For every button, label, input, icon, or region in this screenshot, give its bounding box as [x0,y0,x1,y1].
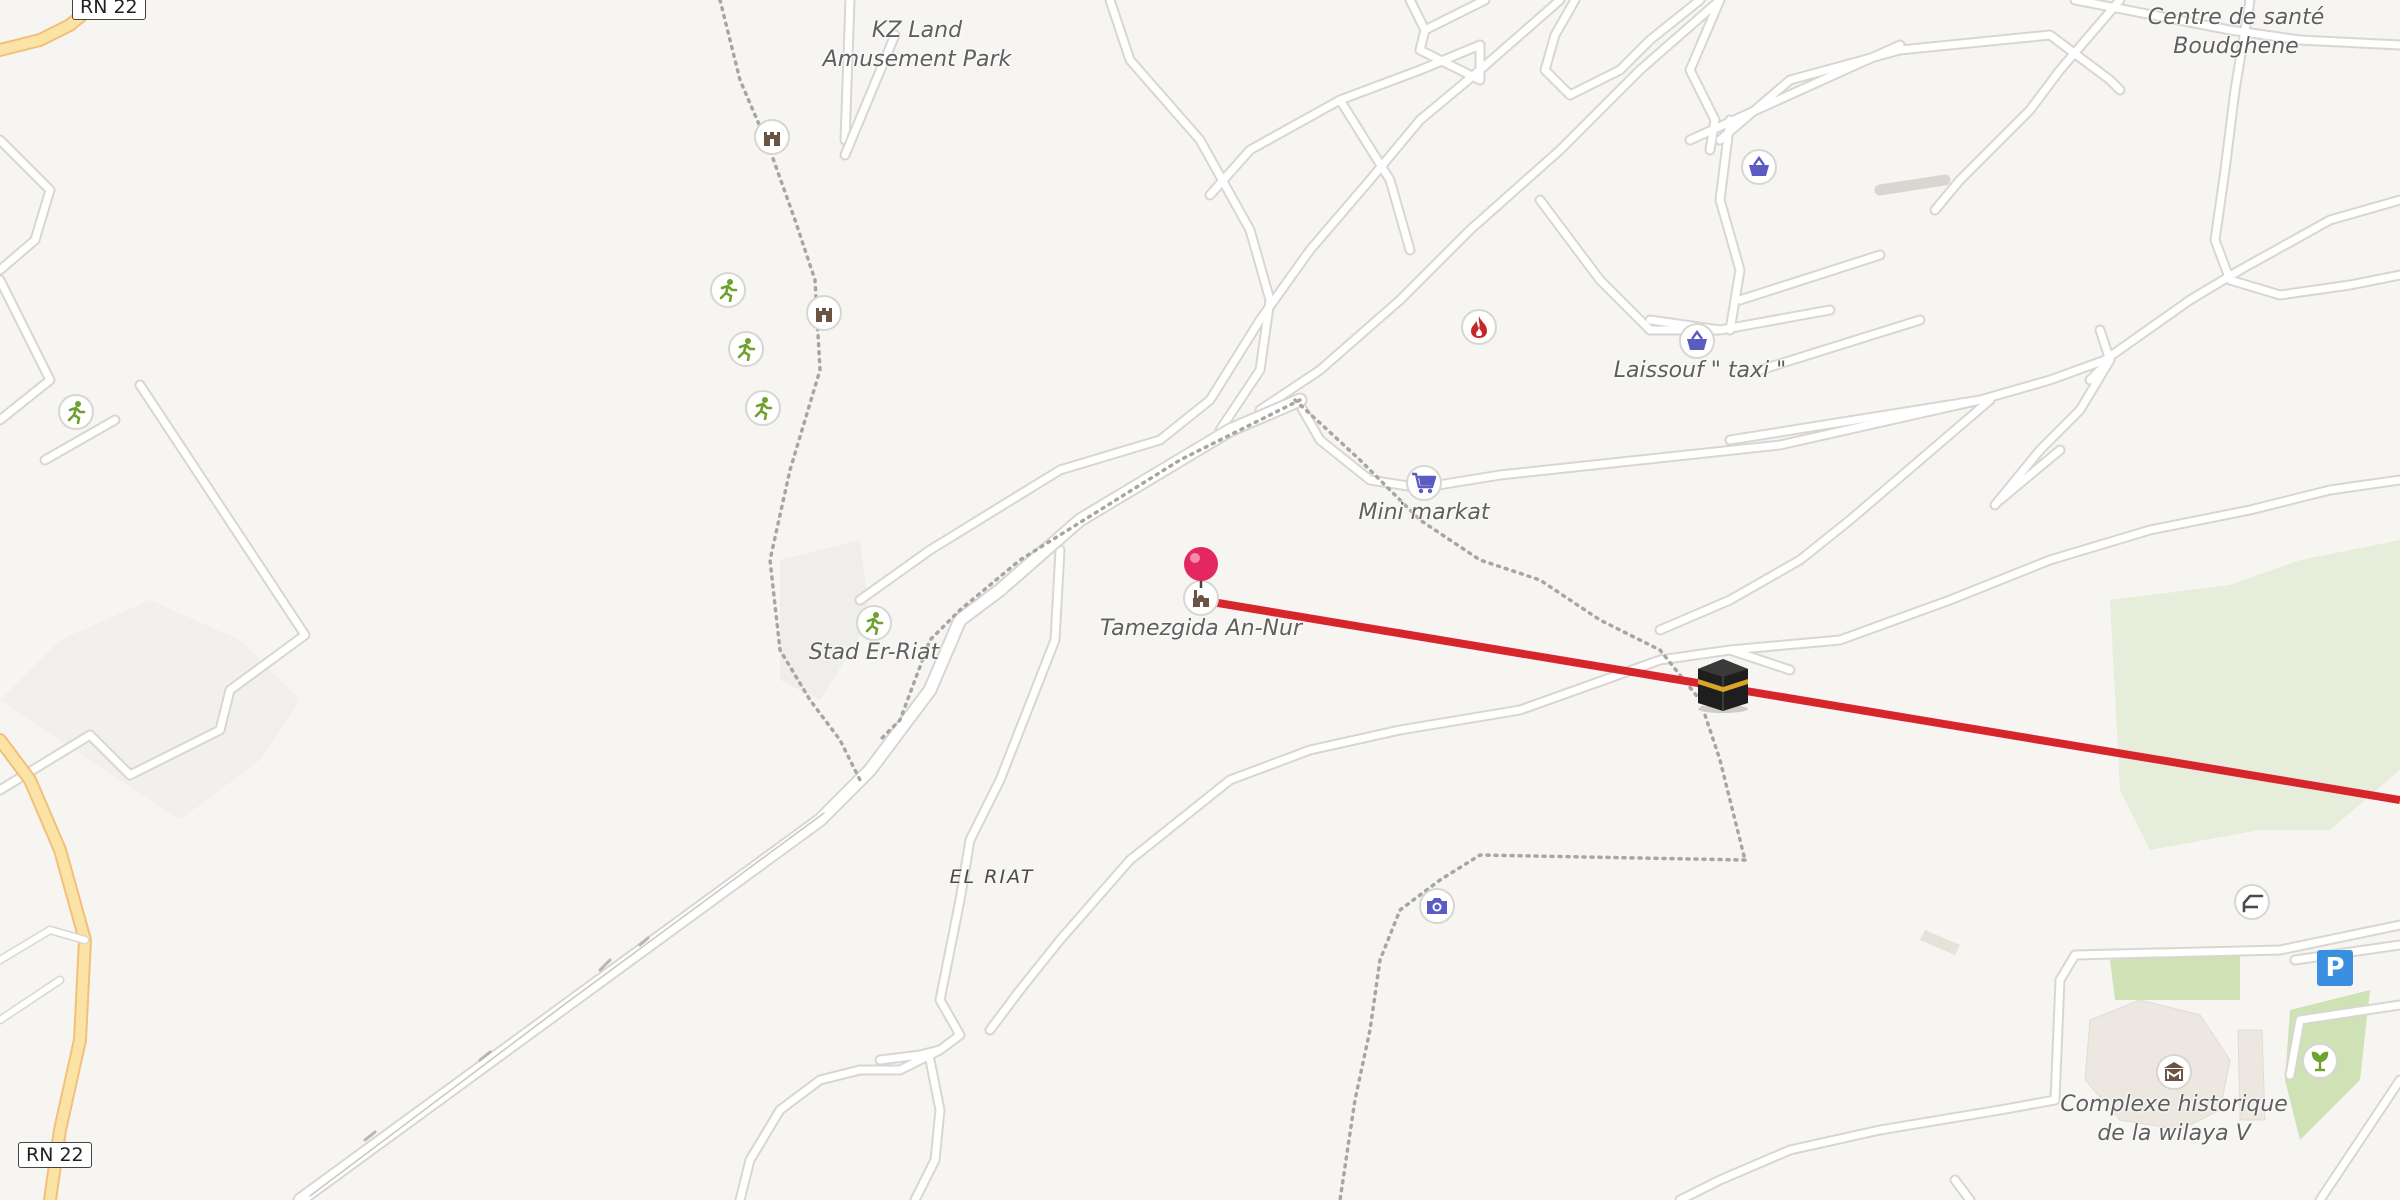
road-shield: RN 22 [72,0,146,20]
kaaba-icon[interactable] [1692,655,1754,715]
footpath [878,398,1302,742]
dual-carriageway [292,392,1308,1200]
place-label-complexe: Complexe historique de la wilaya V [2060,1092,2288,1146]
place-label-kz-land: KZ Land Amusement Park [822,18,1012,72]
place-label-laissouf-taxi: Laissouf " taxi " [1613,358,1787,383]
parking-icon[interactable]: P [2317,950,2353,986]
building [1920,930,1960,955]
museum-icon[interactable] [2156,1054,2192,1090]
castle-icon[interactable] [806,295,842,331]
road-shield: RN 22 [18,1142,92,1168]
footpath [1338,853,1747,1200]
park-area [2110,540,2400,850]
sports-icon[interactable] [728,331,764,367]
sports-icon[interactable] [58,394,94,430]
castle-icon[interactable] [754,119,790,155]
place-label-tamezgida: Tamezgida An-Nur [1099,616,1303,641]
camera-icon[interactable] [1419,888,1455,924]
sports-icon[interactable] [856,605,892,641]
garden-icon[interactable] [2302,1043,2338,1079]
fire-station-icon[interactable] [1461,309,1497,345]
area-label-el-riat: EL RIAT [949,866,1035,888]
shopping-basket-icon[interactable] [1741,149,1777,185]
sports-icon[interactable] [710,272,746,308]
map-canvas[interactable]: RN 22 RN 22 P KZ Land Amusement Park Cen… [0,0,2400,1200]
shopping-basket-icon[interactable] [1679,323,1715,359]
place-label-centre-sante: Centre de santé Boudghene [2147,5,2325,59]
landuse-area [0,600,300,820]
location-pin-icon[interactable] [1181,542,1221,590]
place-label-stad: Stad Er-Riat [808,640,940,665]
sports-icon[interactable] [745,390,781,426]
viewpoint-icon[interactable] [2234,884,2270,920]
place-label-mini-markat: Mini markat [1358,500,1490,525]
shopping-cart-icon[interactable] [1406,465,1442,501]
